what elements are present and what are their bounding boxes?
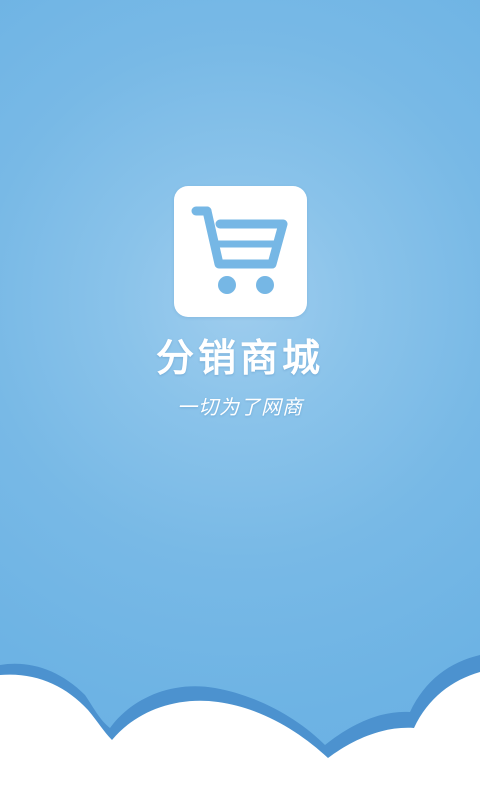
app-logo — [174, 186, 307, 317]
cloud-decoration — [0, 655, 480, 800]
splash-screen: 分销商城 一切为了网商 — [0, 0, 480, 800]
shopping-cart-icon — [191, 206, 288, 294]
app-name: 分销商城 — [155, 336, 324, 380]
app-slogan: 一切为了网商 — [177, 395, 303, 419]
